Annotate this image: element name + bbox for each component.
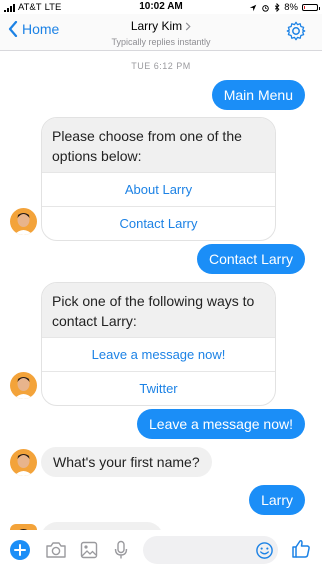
card-prompt: Pick one of the following ways to contac… <box>42 283 275 337</box>
plus-button[interactable] <box>10 540 30 560</box>
status-indicators: 8% <box>249 2 320 13</box>
conversation-header: Home Larry Kim Typically replies instant… <box>0 14 322 51</box>
location-icon <box>250 4 257 11</box>
incoming-message[interactable]: What's your first name? <box>41 447 212 477</box>
status-bar: AT&T LTE 10:02 AM 8% <box>0 0 322 14</box>
contact-status: Typically replies instantly <box>111 37 211 47</box>
outgoing-message[interactable]: Larry <box>249 485 305 515</box>
image-icon[interactable] <box>80 540 98 560</box>
battery-icon <box>302 4 320 11</box>
thumbs-up-icon[interactable] <box>290 538 312 560</box>
option-leave-message[interactable]: Leave a message now! <box>42 337 275 371</box>
composer-bar <box>0 530 322 571</box>
contact-info[interactable]: Larry Kim Typically replies instantly <box>0 17 322 47</box>
avatar <box>10 449 37 476</box>
camera-icon[interactable] <box>45 540 67 560</box>
bluetooth-icon <box>275 3 280 12</box>
message-timestamp: TUE 6:12 PM <box>131 61 191 71</box>
quick-reply-card: Please choose from one of the options be… <box>41 117 276 241</box>
chevron-right-icon <box>185 21 191 31</box>
alarm-icon <box>262 4 270 12</box>
option-about-larry[interactable]: About Larry <box>42 172 275 206</box>
avatar <box>10 208 37 235</box>
microphone-icon[interactable] <box>113 540 129 560</box>
avatar <box>10 372 37 399</box>
outgoing-message[interactable]: Leave a message now! <box>137 409 305 439</box>
battery-percent: 8% <box>284 2 298 13</box>
emoji-icon[interactable] <box>255 541 274 560</box>
option-contact-larry[interactable]: Contact Larry <box>42 206 275 240</box>
outgoing-message[interactable]: Main Menu <box>211 80 305 110</box>
gear-icon[interactable] <box>285 20 307 42</box>
contact-name: Larry Kim <box>130 19 183 33</box>
quick-reply-card: Pick one of the following ways to contac… <box>41 282 276 406</box>
card-prompt: Please choose from one of the options be… <box>42 118 275 172</box>
outgoing-message[interactable]: Contact Larry <box>196 244 305 274</box>
option-twitter[interactable]: Twitter <box>42 371 275 405</box>
plus-icon <box>14 544 26 556</box>
